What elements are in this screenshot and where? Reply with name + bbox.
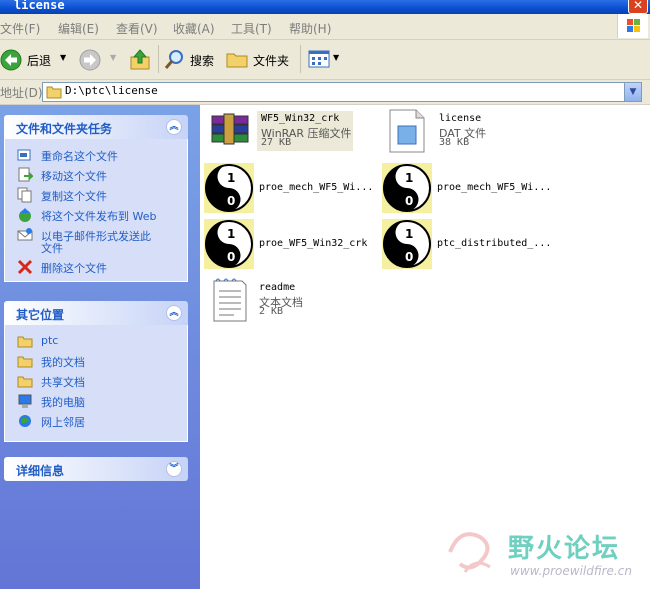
- folder-icon: [17, 333, 33, 349]
- file-name: readme: [259, 282, 296, 293]
- address-label: 地址(D): [0, 86, 43, 100]
- file-item[interactable]: license DAT 文件 38 KB: [384, 108, 504, 154]
- yinyang-app-icon: 10: [382, 219, 432, 269]
- menu-bar: 文件(F) 编辑(E) 查看(V) 收藏(A) 工具(T) 帮助(H): [0, 14, 650, 40]
- details-header[interactable]: 详细信息 ︾: [4, 457, 188, 481]
- winrar-icon: [206, 108, 256, 158]
- address-bar: 地址(D) D:\ptc\license ▼: [0, 80, 650, 105]
- svg-text:0: 0: [405, 194, 413, 208]
- forward-arrow-icon[interactable]: [78, 48, 102, 72]
- file-tasks-title: 文件和文件夹任务: [16, 122, 113, 136]
- windows-logo-icon: [617, 14, 648, 38]
- watermark-url: www.proewildfire.cn: [510, 564, 632, 578]
- file-item[interactable]: readme 文本文档 2 KB: [204, 277, 324, 325]
- menu-edit[interactable]: 编辑(E): [58, 20, 99, 37]
- other-places-header[interactable]: 其它位置 ︽: [4, 301, 188, 325]
- collapse-chevron-icon[interactable]: ︽: [166, 119, 182, 135]
- file-item[interactable]: 10 proe_mech_WF5_Wi...: [204, 163, 374, 215]
- address-value: D:\ptc\license: [65, 84, 158, 97]
- computer-icon: [17, 393, 33, 409]
- file-list: WF5_Win32_crk WinRAR 压缩文件 27 KB license …: [201, 105, 650, 589]
- forward-dropdown-icon[interactable]: ▼: [110, 53, 116, 62]
- network-icon: [17, 413, 33, 429]
- up-folder-icon[interactable]: [128, 48, 152, 72]
- move-icon: [17, 167, 35, 183]
- copy-icon: [17, 187, 33, 203]
- details-panel: 详细信息 ︾: [4, 457, 188, 481]
- file-name: proe_mech_WF5_Wi...: [437, 182, 552, 193]
- file-name: ptc_distributed_...: [437, 238, 552, 249]
- text-file-icon: [204, 277, 254, 327]
- search-button[interactable]: 搜索: [190, 52, 214, 69]
- task-pane: 文件和文件夹任务 ︽ 重命名这个文件 移动这个文件 复制这个文件 将这个文件发布…: [0, 105, 200, 589]
- svg-text:0: 0: [405, 250, 413, 264]
- back-dropdown-icon[interactable]: ▼: [60, 53, 66, 62]
- file-size: 38 KB: [439, 137, 470, 148]
- back-label[interactable]: 后退: [27, 52, 51, 69]
- svg-text:1: 1: [405, 227, 413, 241]
- email-icon: [17, 227, 33, 243]
- delete-icon: [17, 259, 33, 275]
- folder-icon: [17, 373, 33, 389]
- watermark-logo-icon: [440, 522, 500, 582]
- file-name: proe_WF5_Win32_crk: [259, 238, 368, 249]
- folder-icon: [46, 85, 62, 99]
- file-size: 2 KB: [259, 306, 284, 317]
- yinyang-app-icon: 10: [204, 219, 254, 269]
- details-title: 详细信息: [16, 464, 65, 478]
- watermark-text: 野火论坛: [508, 534, 621, 564]
- menu-view[interactable]: 查看(V): [116, 20, 158, 37]
- file-tasks-header[interactable]: 文件和文件夹任务 ︽: [4, 115, 188, 139]
- close-icon: ✕: [632, 0, 644, 12]
- file-name: WF5_Win32_crk: [261, 113, 340, 124]
- address-dropdown-icon[interactable]: ▼: [624, 83, 641, 101]
- close-button[interactable]: ✕: [628, 0, 648, 14]
- menu-favorites[interactable]: 收藏(A): [173, 20, 215, 37]
- view-dropdown-icon[interactable]: ▼: [333, 53, 339, 62]
- svg-text:0: 0: [227, 194, 235, 208]
- svg-text:1: 1: [227, 171, 235, 185]
- file-name: license: [439, 113, 482, 124]
- collapse-chevron-icon[interactable]: ︽: [166, 305, 182, 321]
- yinyang-app-icon: 10: [382, 163, 432, 213]
- window-title: license: [14, 0, 65, 12]
- file-size: 27 KB: [261, 137, 292, 148]
- file-item[interactable]: 10 proe_WF5_Win32_crk: [204, 219, 374, 271]
- file-item[interactable]: 10 proe_mech_WF5_Wi...: [382, 163, 552, 215]
- publish-web-icon: [17, 207, 33, 223]
- toolbar: 后退 ▼ ▼ 搜索 文件夹 ▼: [0, 40, 650, 80]
- file-item[interactable]: 10 ptc_distributed_...: [382, 219, 552, 271]
- other-places-panel: 其它位置 ︽ ptc 我的文档 共享文档 我的电脑 网上邻居: [4, 301, 188, 442]
- folders-button[interactable]: 文件夹: [253, 52, 289, 69]
- menu-file[interactable]: 文件(F): [0, 20, 40, 37]
- address-input[interactable]: D:\ptc\license ▼: [42, 82, 642, 102]
- rename-icon: [17, 147, 33, 163]
- other-places-body: ptc 我的文档 共享文档 我的电脑 网上邻居: [4, 325, 188, 442]
- svg-text:1: 1: [405, 171, 413, 185]
- other-places-title: 其它位置: [16, 308, 65, 322]
- expand-chevron-icon[interactable]: ︾: [166, 461, 182, 477]
- search-icon[interactable]: [164, 48, 186, 70]
- folder-icon: [17, 353, 33, 369]
- file-name: proe_mech_WF5_Wi...: [259, 182, 374, 193]
- file-tasks-panel: 文件和文件夹任务 ︽ 重命名这个文件 移动这个文件 复制这个文件 将这个文件发布…: [4, 115, 188, 282]
- file-item[interactable]: WF5_Win32_crk WinRAR 压缩文件 27 KB: [206, 108, 354, 154]
- menu-tools[interactable]: 工具(T): [231, 20, 272, 37]
- menu-help[interactable]: 帮助(H): [289, 20, 331, 37]
- file-tasks-body: 重命名这个文件 移动这个文件 复制这个文件 将这个文件发布到 Web 以电子邮件…: [4, 139, 188, 282]
- yinyang-app-icon: 10: [204, 163, 254, 213]
- view-icon[interactable]: [308, 49, 330, 69]
- svg-text:1: 1: [227, 227, 235, 241]
- folders-icon[interactable]: [226, 49, 248, 69]
- svg-text:0: 0: [227, 250, 235, 264]
- title-bar[interactable]: license ✕: [0, 0, 650, 14]
- back-arrow-icon[interactable]: [0, 48, 24, 72]
- dat-file-icon: [384, 108, 434, 158]
